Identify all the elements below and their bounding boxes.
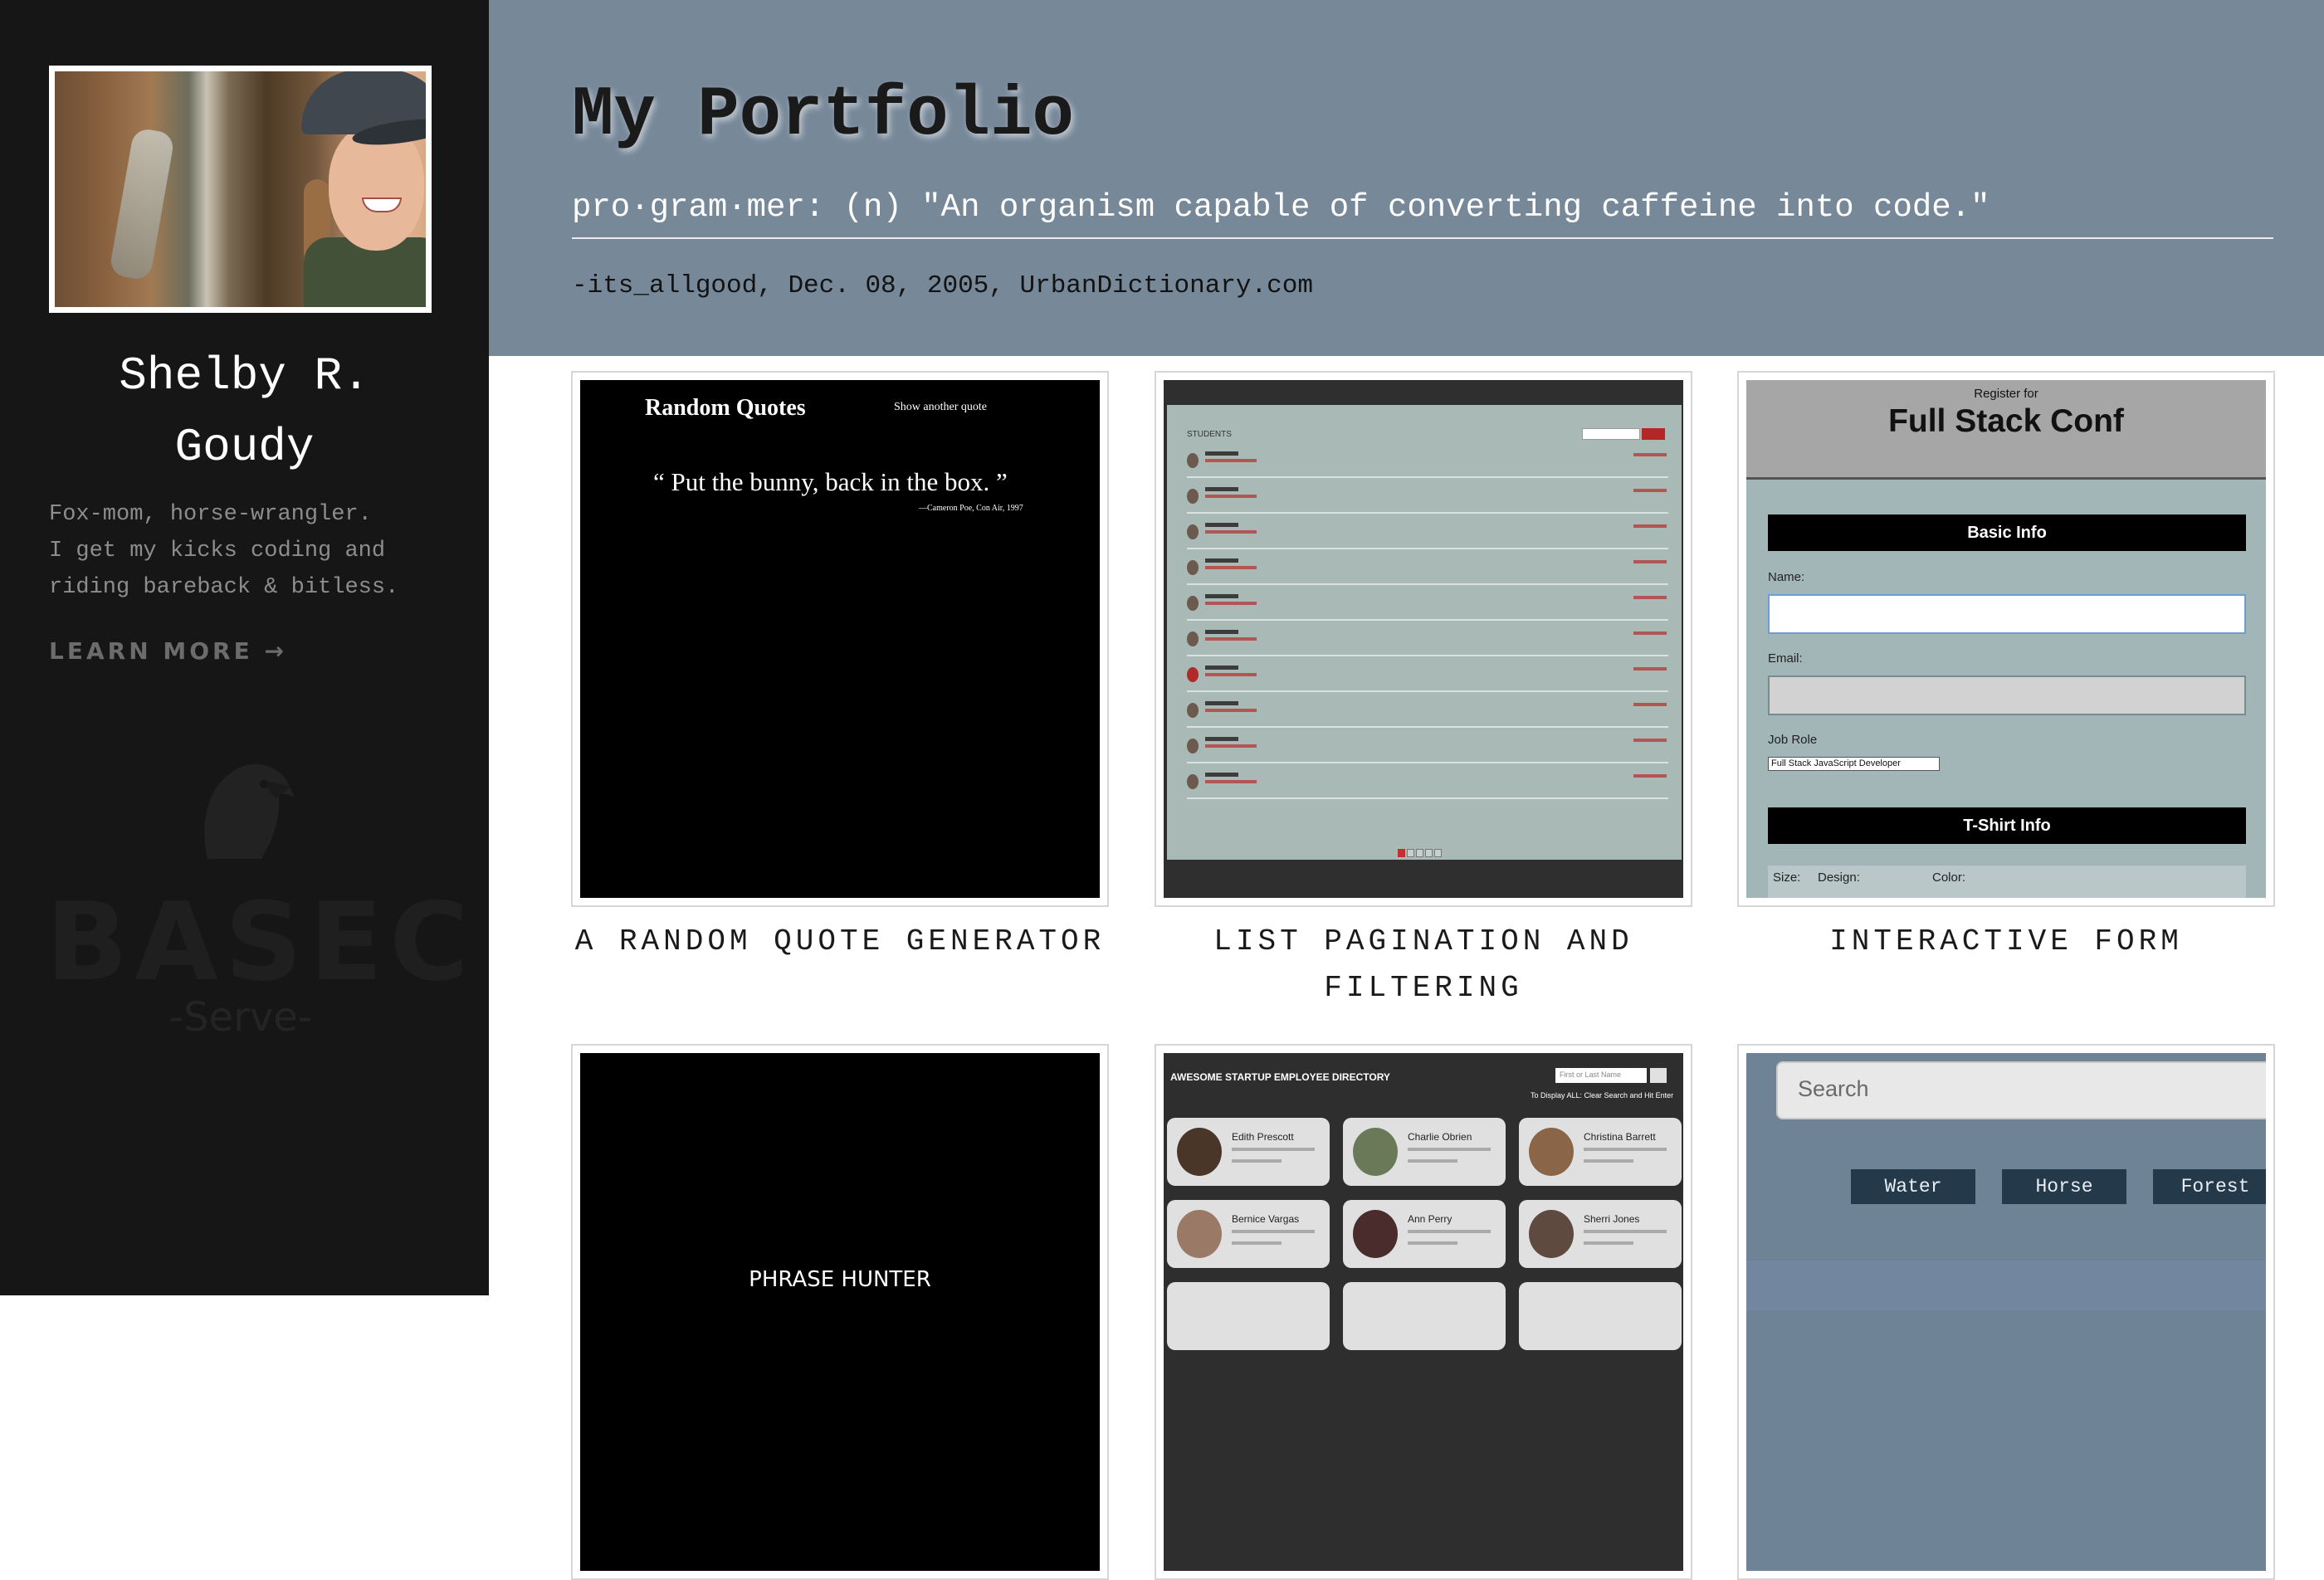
profile-name-line1: Shelby R. xyxy=(119,349,370,402)
employee-card: Charlie Obrien xyxy=(1343,1118,1506,1186)
thumb-job-label: Job Role xyxy=(1768,733,1818,747)
thumb-title: Random Quotes xyxy=(645,395,806,421)
eagle-icon xyxy=(204,763,295,859)
thumb-quote: “ Put the bunny, back in the box. ” xyxy=(653,467,1008,496)
logo-subtext: -Serve- xyxy=(168,994,313,1041)
thumb-title: STUDENTS xyxy=(1187,430,1232,439)
thumb-email-label: Email: xyxy=(1768,651,1803,666)
thumb-search-input xyxy=(1582,428,1640,440)
thumb-email-input xyxy=(1768,675,2246,715)
thumb-note: To Display ALL: Clear Search and Hit Ent… xyxy=(1531,1091,1674,1100)
thumb-design-label: Design: xyxy=(1818,870,1860,885)
definition-quote: pro·gram·mer: (n) "An organism capable o… xyxy=(572,189,2273,239)
thumb-title: Full Stack Conf xyxy=(1888,403,2124,439)
quote-attribution: -its_allgood, Dec. 08, 2005, UrbanDictio… xyxy=(572,271,1313,300)
thumb-search-input: Search xyxy=(1776,1061,2266,1119)
project-thumbnail[interactable]: Search Water Horse Forest xyxy=(1737,1044,2275,1580)
bio-line: riding bareback & bitless. xyxy=(49,575,399,600)
pagination xyxy=(1398,845,1451,857)
employee-card: Ann Perry xyxy=(1343,1200,1506,1268)
students-panel: STUDENTS xyxy=(1167,405,1682,860)
page-title: My Portfolio xyxy=(572,76,1074,155)
learn-more-link[interactable]: LEARN MORE → xyxy=(49,637,287,665)
thumb-name-input xyxy=(1768,594,2246,634)
bio-line: Fox-mom, horse-wrangler. xyxy=(49,502,372,527)
thumb-title: PHRASE HUNTER xyxy=(749,1267,931,1292)
basec-logo: BASEC -Serve- xyxy=(46,747,476,1046)
employee-card: Edith Prescott xyxy=(1167,1118,1330,1186)
bio-line: I get my kicks coding and xyxy=(49,539,386,563)
thumb-register-text: Register for xyxy=(1974,387,2038,401)
employee-name: Sherri Jones xyxy=(1584,1213,1640,1225)
thumb-forest-button: Forest xyxy=(2153,1169,2266,1204)
thumb-size-label: Size: xyxy=(1773,870,1801,885)
project-caption[interactable]: A RANDOM QUOTE GENERATOR xyxy=(571,919,1109,965)
thumb-search-button xyxy=(1642,428,1665,440)
employee-name: Ann Perry xyxy=(1408,1213,1452,1225)
thumb-job-select: Full Stack JavaScript Developer xyxy=(1768,757,1940,771)
employee-name: Christina Barrett xyxy=(1584,1131,1656,1143)
employee-card: Sherri Jones xyxy=(1519,1200,1682,1268)
profile-bio: Fox-mom, horse-wrangler. I get my kicks … xyxy=(49,496,464,606)
sidebar: Shelby R. Goudy Fox-mom, horse-wrangler.… xyxy=(0,0,489,1295)
thumb-water-button: Water xyxy=(1851,1169,1975,1204)
thumb-title: AWESOME STARTUP EMPLOYEE DIRECTORY xyxy=(1170,1071,1390,1083)
project-caption[interactable]: INTERACTIVE FORM xyxy=(1737,919,2275,965)
employee-card: Bernice Vargas xyxy=(1167,1200,1330,1268)
employee-card: Christina Barrett xyxy=(1519,1118,1682,1186)
thumb-color-label: Color: xyxy=(1932,870,1966,885)
thumb-name-label: Name: xyxy=(1768,570,1805,584)
avatar xyxy=(49,66,432,313)
project-thumbnail[interactable]: STUDENTS xyxy=(1155,371,1692,907)
thumb-source: —Cameron Poe, Con Air, 1997 xyxy=(919,504,1023,513)
employee-name: Charlie Obrien xyxy=(1408,1131,1472,1143)
thumb-button: Show another quote xyxy=(894,401,987,413)
project-thumbnail[interactable]: AWESOME STARTUP EMPLOYEE DIRECTORY First… xyxy=(1155,1044,1692,1580)
project-caption[interactable]: LIST PAGINATION AND FILTERING xyxy=(1155,919,1692,1012)
project-thumbnail[interactable]: Register for Full Stack Conf Basic Info … xyxy=(1737,371,2275,907)
thumb-tshirt-info: T-Shirt Info xyxy=(1768,807,2246,844)
profile-name-line2: Goudy xyxy=(174,421,315,474)
thumb-basic-info: Basic Info xyxy=(1768,514,2246,551)
thumb-search-input: First or Last Name xyxy=(1555,1068,1647,1083)
project-thumbnail[interactable]: PHRASE HUNTER xyxy=(571,1044,1109,1580)
employee-name: Edith Prescott xyxy=(1232,1131,1294,1143)
project-thumbnail[interactable]: Random Quotes Show another quote “ Put t… xyxy=(571,371,1109,907)
logo-wordmark: BASEC xyxy=(46,879,476,1005)
employee-name: Bernice Vargas xyxy=(1232,1213,1300,1225)
thumb-horse-button: Horse xyxy=(2002,1169,2126,1204)
thumb-search-button xyxy=(1650,1068,1667,1083)
profile-name: Shelby R. Goudy xyxy=(0,340,489,483)
header: My Portfolio pro·gram·mer: (n) "An organ… xyxy=(489,0,2324,356)
